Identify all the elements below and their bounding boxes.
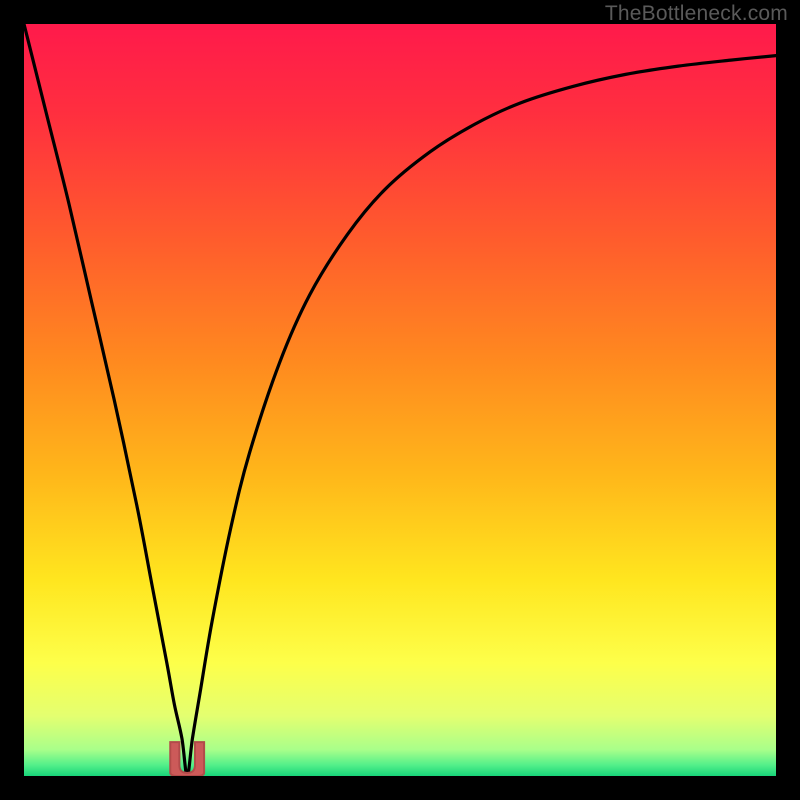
chart-frame: [24, 24, 776, 776]
gradient-background: [24, 24, 776, 776]
watermark-text: TheBottleneck.com: [605, 2, 788, 26]
bottleneck-chart: [24, 24, 776, 776]
